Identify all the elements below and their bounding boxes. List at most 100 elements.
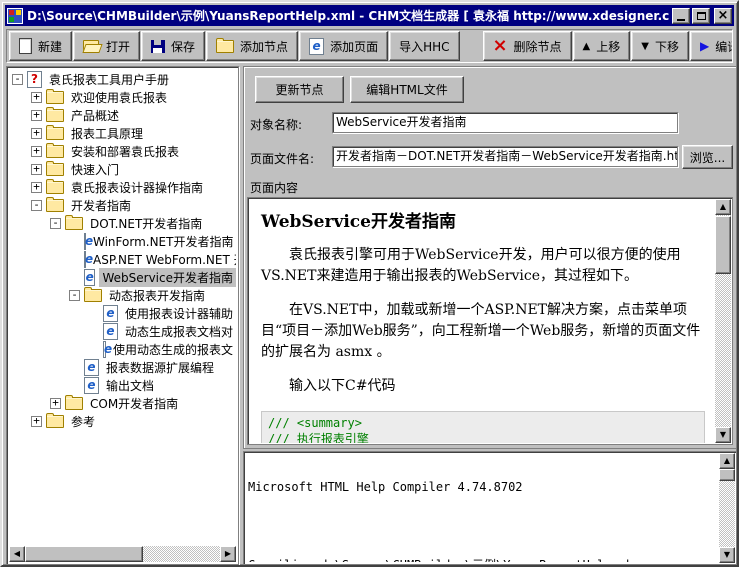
tree-item-label: 报表数据源扩展编程 (103, 358, 217, 377)
minimize-button[interactable] (672, 8, 690, 24)
maximize-icon (697, 12, 706, 20)
tree-item[interactable]: 输出文档 (9, 376, 236, 394)
page-file-input[interactable]: 开发者指南－DOT.NET开发者指南－WebService开发者指南.htm (332, 146, 678, 167)
preview-paragraph: 输入以下C#代码 (261, 376, 705, 397)
browse-button-label: 浏览... (690, 149, 725, 166)
expand-icon[interactable] (31, 416, 42, 427)
collapse-icon[interactable] (50, 218, 61, 229)
collapse-icon[interactable] (31, 200, 42, 211)
tree-item-label: WinForm.NET开发者指南 (90, 232, 236, 251)
preview-document: WebService开发者指南 袁氏报表引擎可用于WebService开发，用户… (249, 199, 715, 443)
expand-icon[interactable] (31, 92, 42, 103)
log-line: Compiling d:\Source\CHMBuilder\示例\YuansR… (248, 559, 718, 562)
tree-item[interactable]: WinForm.NET开发者指南 (9, 232, 236, 250)
scrollbar-thumb[interactable] (715, 216, 731, 274)
tree-item[interactable]: 动态报表开发指南 (9, 286, 236, 304)
ie-page-icon (84, 233, 86, 250)
tree-hscrollbar[interactable]: ◀ ▶ (9, 546, 236, 562)
tree-item[interactable]: 报表数据源扩展编程 (9, 358, 236, 376)
tree-item[interactable]: 袁氏报表设计器操作指南 (9, 178, 236, 196)
open-folder-icon (83, 40, 100, 52)
save-button[interactable]: 保存 (141, 31, 205, 61)
tree-item-label: 报表工具原理 (68, 124, 146, 143)
log-line: Microsoft HTML Help Compiler 4.74.8702 (248, 481, 718, 494)
expand-icon[interactable] (31, 182, 42, 193)
scroll-down-button[interactable]: ▼ (719, 547, 735, 563)
titlebar: D:\Source\CHMBuilder\示例\YuansReportHelp.… (5, 5, 734, 26)
ie-page-icon (103, 323, 118, 340)
tree-item-label: 袁氏报表工具用户手册 (46, 70, 172, 89)
scroll-right-button[interactable]: ▶ (220, 546, 236, 562)
tree-item[interactable]: 产品概述 (9, 106, 236, 124)
close-button[interactable]: × (714, 8, 732, 24)
scroll-up-button[interactable]: ▲ (715, 199, 731, 215)
add-page-button-label: 添加页面 (330, 38, 378, 55)
move-up-button-label: 上移 (596, 38, 620, 55)
edit-html-button-label: 编辑HTML文件 (366, 81, 447, 98)
up-arrow-icon (583, 41, 591, 52)
expand-icon[interactable] (31, 110, 42, 121)
import-hhc-button-label: 导入HHC (399, 38, 449, 55)
folder-icon (46, 127, 64, 140)
move-down-button[interactable]: 下移 (631, 31, 689, 61)
delete-node-button[interactable]: × 删除节点 (483, 31, 572, 61)
ie-page-icon (84, 359, 99, 376)
tree-item[interactable]: 袁氏报表工具用户手册 (9, 70, 236, 88)
tree-item-selected[interactable]: WebService开发者指南 (9, 268, 236, 286)
maximize-button[interactable] (692, 8, 710, 24)
page-file-label: 页面文件名: (250, 150, 314, 167)
add-node-button[interactable]: 添加节点 (206, 31, 298, 61)
tree-item-label: COM开发者指南 (87, 394, 181, 413)
move-up-button[interactable]: 上移 (573, 31, 631, 61)
tree-item[interactable]: 开发者指南 (9, 196, 236, 214)
update-node-button[interactable]: 更新节点 (255, 76, 344, 103)
ie-page-icon (309, 38, 324, 55)
tree-item-label: 袁氏报表设计器操作指南 (68, 178, 206, 197)
scroll-down-button[interactable]: ▼ (715, 427, 731, 443)
tree-item[interactable]: 使用动态生成的报表文 (9, 340, 236, 358)
new-button[interactable]: 新建 (9, 31, 72, 61)
collapse-icon[interactable] (69, 290, 80, 301)
tree-item[interactable]: 快速入门 (9, 160, 236, 178)
object-name-input[interactable]: WebService开发者指南 (332, 112, 678, 133)
new-doc-icon (19, 38, 32, 54)
expand-icon[interactable] (31, 146, 42, 157)
tree-item[interactable]: ASP.NET WebForm.NET 开 (9, 250, 236, 268)
preview-vscrollbar[interactable]: ▲ ▼ (715, 199, 731, 443)
import-hhc-button[interactable]: 导入HHC (389, 31, 459, 61)
compile-button[interactable]: 编译 (690, 31, 733, 61)
folder-icon (46, 145, 64, 158)
folder-icon (46, 91, 64, 104)
node-editor-panel: 更新节点 编辑HTML文件 对象名称: WebService开发者指南 页面文件… (243, 66, 737, 449)
log-line (248, 520, 718, 533)
tree-item[interactable]: COM开发者指南 (9, 394, 236, 412)
tree-item[interactable]: 参考 (9, 412, 236, 430)
expand-icon[interactable] (50, 398, 61, 409)
folder-icon (46, 109, 64, 122)
down-arrow-icon (641, 41, 649, 52)
scroll-up-button[interactable]: ▲ (719, 453, 735, 469)
tree-item[interactable]: DOT.NET开发者指南 (9, 214, 236, 232)
tree-item[interactable]: 欢迎使用袁氏报表 (9, 88, 236, 106)
ie-page-icon (84, 377, 99, 394)
tree-item[interactable]: 报表工具原理 (9, 124, 236, 142)
add-page-button[interactable]: 添加页面 (299, 31, 388, 61)
tree-item[interactable]: 使用报表设计器辅助 (9, 304, 236, 322)
expand-icon[interactable] (31, 128, 42, 139)
scroll-left-button[interactable]: ◀ (9, 546, 25, 562)
expand-icon[interactable] (31, 164, 42, 175)
code-line: /// 执行报表引擎 (268, 431, 698, 443)
edit-html-button[interactable]: 编辑HTML文件 (350, 76, 464, 103)
collapse-icon[interactable] (12, 74, 23, 85)
scrollbar-thumb[interactable] (719, 469, 735, 481)
tree-item-label: ASP.NET WebForm.NET 开 (90, 250, 236, 269)
scrollbar-thumb[interactable] (25, 546, 143, 562)
browse-button[interactable]: 浏览... (682, 145, 733, 169)
log-vscrollbar[interactable]: ▲ ▼ (719, 453, 735, 563)
tree-item[interactable]: 动态生成报表文档对 (9, 322, 236, 340)
folder-icon (84, 289, 102, 302)
tree-item[interactable]: 安装和部署袁氏报表 (9, 142, 236, 160)
folder-icon (216, 40, 234, 53)
toolbar: 新建 打开 保存 添加节点 添加页面 导入HHC × 删除节点 上移 (6, 29, 733, 63)
open-button[interactable]: 打开 (73, 31, 140, 61)
